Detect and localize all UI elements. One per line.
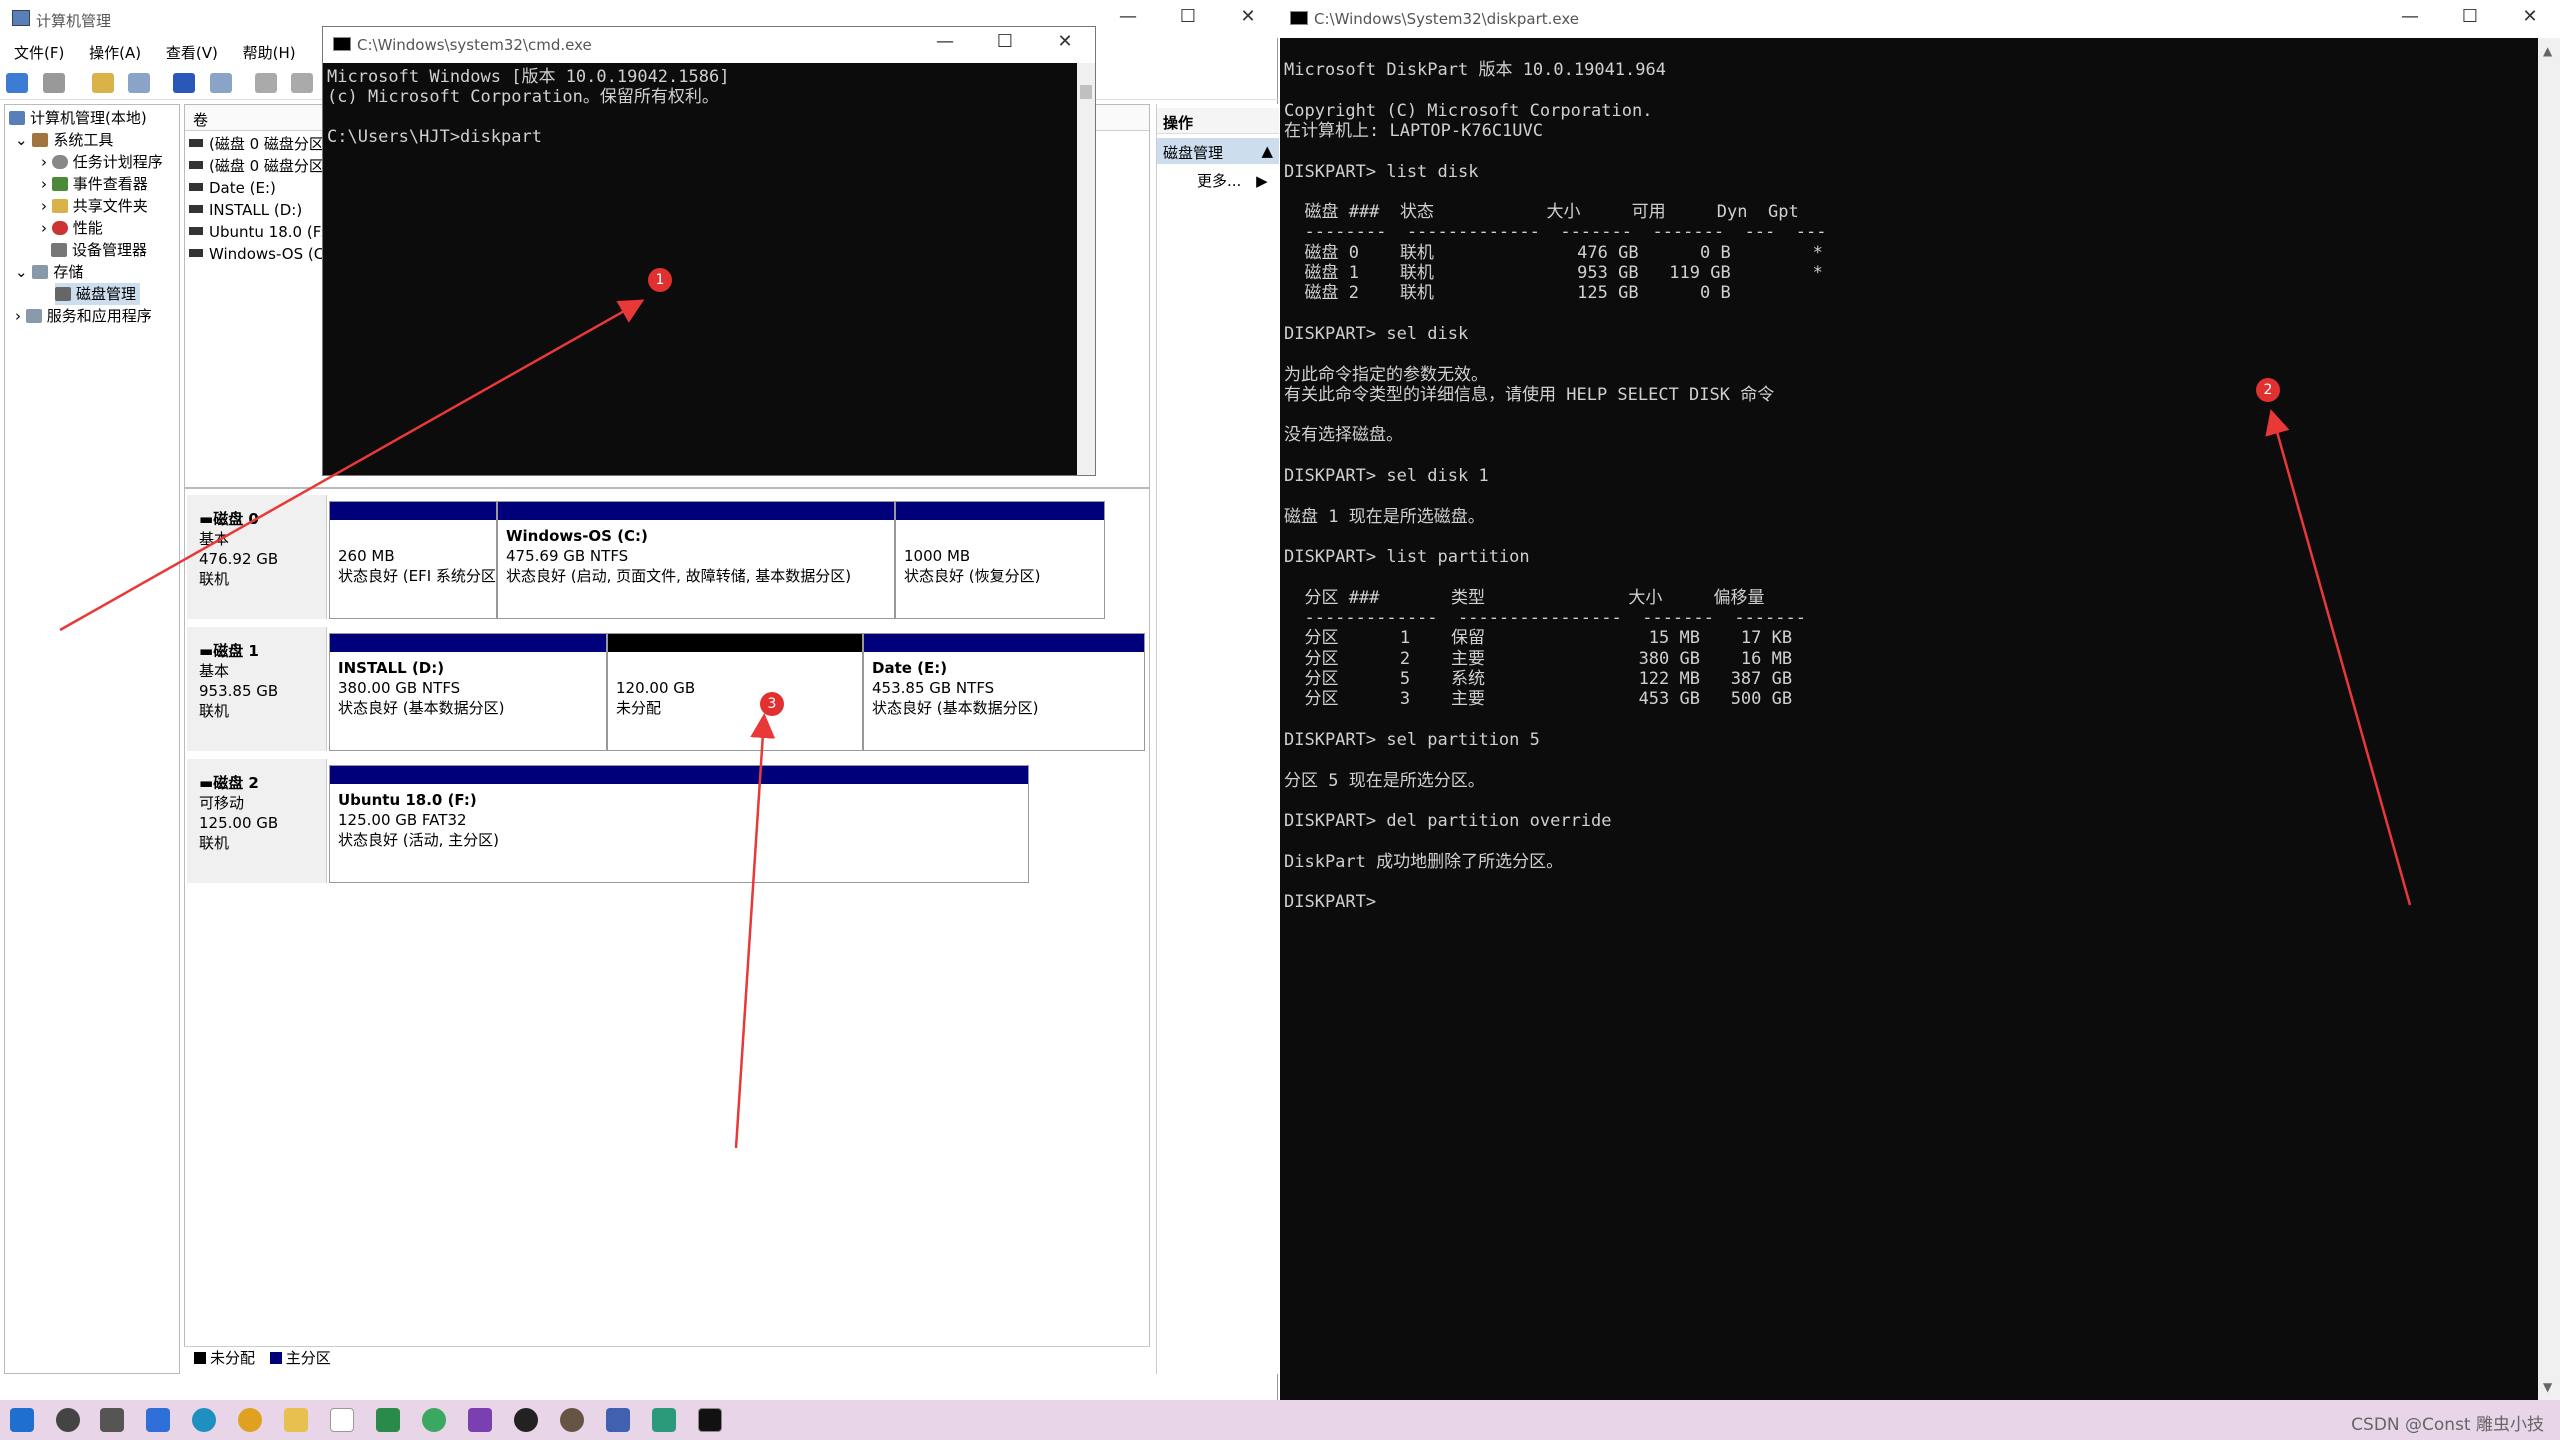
edge-icon[interactable] xyxy=(192,1408,216,1432)
chrome-icon[interactable] xyxy=(238,1408,262,1432)
search-icon[interactable] xyxy=(56,1408,80,1432)
file-explorer-icon[interactable] xyxy=(284,1408,308,1432)
visual-studio-icon[interactable] xyxy=(468,1408,492,1432)
arrow-1 xyxy=(59,299,645,632)
annotation-arrows xyxy=(59,299,2412,1149)
arrow-2 xyxy=(2265,409,2412,906)
wechat-icon[interactable] xyxy=(422,1408,446,1432)
watermark: CSDN @Const 雕虫小技 xyxy=(2351,1415,2544,1435)
pycharm-icon[interactable] xyxy=(376,1408,400,1432)
task-view-icon[interactable] xyxy=(100,1408,124,1432)
typora-icon[interactable] xyxy=(330,1408,354,1432)
marker-3: 3 xyxy=(760,692,784,716)
qq-icon[interactable] xyxy=(514,1408,538,1432)
avatar-app-icon[interactable] xyxy=(560,1408,584,1432)
start-icon[interactable] xyxy=(10,1408,34,1432)
marker-2: 2 xyxy=(2256,378,2280,402)
app-icon[interactable] xyxy=(652,1408,676,1432)
arrow-3 xyxy=(734,713,776,1149)
computer-management-taskbar-icon[interactable] xyxy=(606,1408,630,1432)
taskbar: CSDN @Const 雕虫小技 xyxy=(0,1400,2560,1440)
marker-1: 1 xyxy=(648,268,672,292)
checkmark-app-icon[interactable] xyxy=(146,1408,170,1432)
terminal-icon[interactable] xyxy=(698,1408,722,1432)
